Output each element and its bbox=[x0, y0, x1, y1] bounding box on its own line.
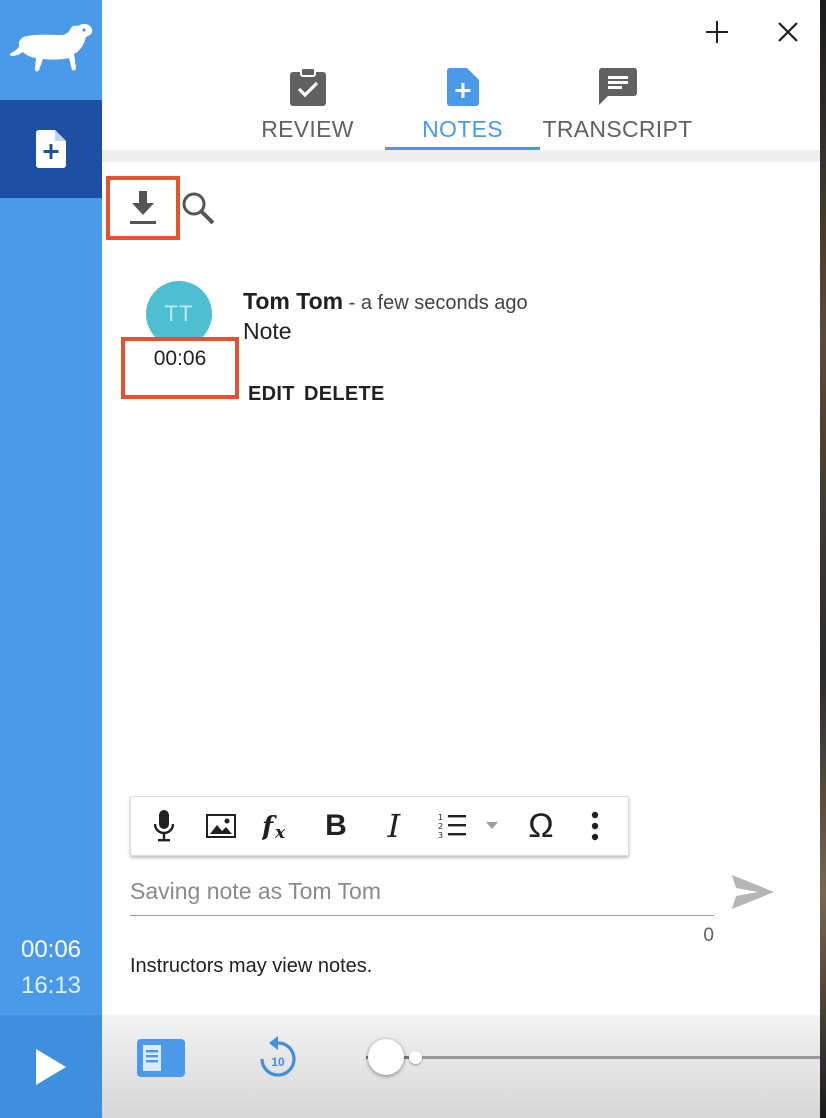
plus-icon bbox=[706, 21, 728, 43]
svg-text:3: 3 bbox=[438, 831, 443, 840]
search-notes-button[interactable] bbox=[178, 188, 218, 228]
edit-note-button[interactable]: EDIT bbox=[248, 383, 295, 406]
numbered-list-icon: 1 2 3 bbox=[438, 813, 466, 840]
more-vertical-icon bbox=[591, 811, 599, 841]
replay-10-icon: 10 bbox=[260, 1036, 296, 1077]
dropdown-caret-icon bbox=[486, 822, 498, 829]
message-lines-icon bbox=[598, 68, 637, 105]
rail-notes-button[interactable] bbox=[0, 100, 102, 198]
tab-notes-label: NOTES bbox=[422, 116, 503, 142]
special-characters-button[interactable]: Ω bbox=[521, 797, 561, 855]
note-author: Tom Tom bbox=[243, 288, 344, 314]
note-header: Tom Tom - a few seconds ago bbox=[243, 288, 528, 315]
download-notes-button[interactable] bbox=[106, 176, 180, 240]
tab-review-label: REVIEW bbox=[261, 116, 354, 142]
background-video-edge bbox=[820, 0, 826, 1118]
note-body: Note bbox=[243, 318, 292, 344]
dachshund-logo-icon bbox=[9, 23, 93, 72]
tab-transcript[interactable]: TRANSCRIPT bbox=[540, 64, 695, 150]
editor-toolbar: f x B I 1 2 3 Ω bbox=[130, 796, 629, 856]
image-icon bbox=[206, 814, 236, 838]
numbered-list-button[interactable]: 1 2 3 bbox=[435, 797, 471, 855]
formula-icon: f x bbox=[262, 812, 286, 841]
clipboard-check-icon bbox=[289, 68, 326, 106]
character-count: 0 bbox=[703, 925, 714, 946]
rewind-10-button[interactable]: 10 bbox=[256, 1033, 300, 1081]
send-note-button[interactable] bbox=[730, 872, 776, 912]
microphone-button[interactable] bbox=[147, 797, 181, 855]
privacy-notice: Instructors may view notes. bbox=[130, 955, 373, 977]
delete-note-button[interactable]: DELETE bbox=[304, 383, 385, 406]
more-options-button[interactable] bbox=[583, 797, 607, 855]
rewind-seconds-label: 10 bbox=[271, 1055, 285, 1069]
tab-notes[interactable]: NOTES bbox=[385, 64, 540, 150]
note-input[interactable] bbox=[130, 868, 714, 916]
tab-transcript-label: TRANSCRIPT bbox=[542, 116, 693, 142]
svg-text:2: 2 bbox=[438, 822, 443, 831]
search-icon bbox=[182, 192, 215, 225]
insert-image-button[interactable] bbox=[203, 797, 239, 855]
play-icon bbox=[36, 1048, 66, 1085]
microphone-icon bbox=[154, 810, 174, 842]
current-time: 00:06 bbox=[20, 936, 82, 963]
app-logo[interactable] bbox=[0, 0, 102, 100]
subtitles-icon bbox=[137, 1039, 185, 1077]
insert-formula-button[interactable]: f x bbox=[259, 797, 297, 855]
player-bar bbox=[102, 1015, 820, 1118]
tab-bar: REVIEW NOTES TRANSCRIPT bbox=[230, 64, 700, 150]
left-rail: 00:06 16:13 bbox=[0, 0, 102, 1118]
close-button[interactable] bbox=[770, 14, 806, 50]
download-icon bbox=[130, 191, 156, 224]
seek-handle[interactable] bbox=[368, 1039, 404, 1075]
note-timestamp-link[interactable]: 00:06 bbox=[121, 347, 239, 371]
svg-text:1: 1 bbox=[438, 813, 443, 822]
note-add-icon bbox=[36, 130, 66, 168]
tab-review[interactable]: REVIEW bbox=[230, 64, 385, 150]
svg-text:x: x bbox=[274, 823, 286, 841]
total-time: 16:13 bbox=[20, 972, 82, 999]
italic-button[interactable]: I bbox=[377, 797, 411, 855]
bold-button[interactable]: B bbox=[319, 797, 353, 855]
note-time-ago: - a few seconds ago bbox=[343, 292, 528, 314]
list-style-dropdown[interactable] bbox=[483, 797, 501, 855]
tab-divider bbox=[102, 150, 820, 162]
note-add-icon bbox=[446, 68, 479, 106]
add-button[interactable] bbox=[699, 14, 735, 50]
play-button[interactable] bbox=[0, 1015, 102, 1118]
send-icon bbox=[732, 875, 774, 909]
buffer-marker bbox=[409, 1051, 422, 1064]
close-icon bbox=[778, 22, 798, 42]
toggle-transcript-button[interactable] bbox=[136, 1036, 186, 1080]
seek-track[interactable] bbox=[378, 1056, 820, 1059]
